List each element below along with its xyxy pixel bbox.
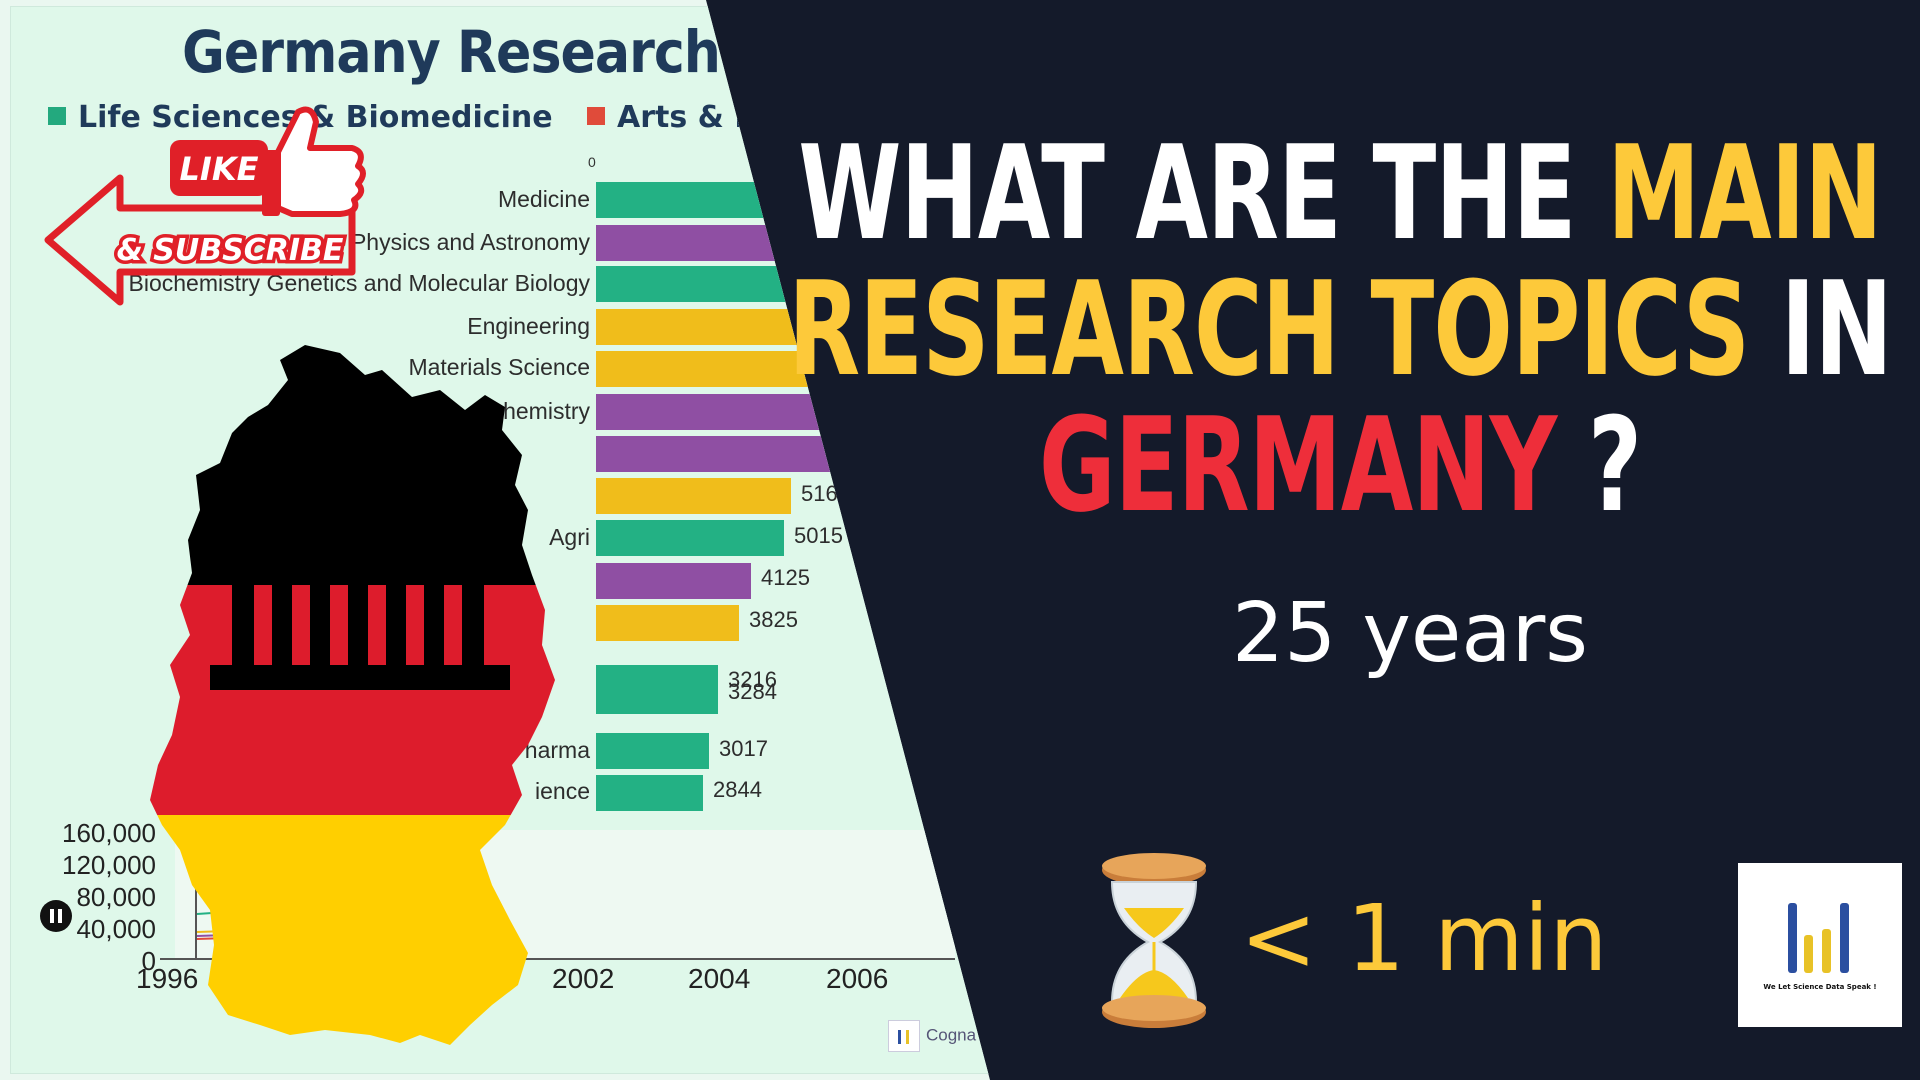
headline-highlight-germany: GERMANY [1038,388,1557,542]
bar-label: Engineering [467,313,590,339]
bar-value: 2844 [713,777,762,802]
thumbs-up-icon [262,106,366,217]
germany-map-icon [150,345,555,1045]
bar-value: 3825 [749,607,798,632]
hourglass-icon [1102,853,1206,1028]
chart-credit-label: Cogna [926,1025,977,1045]
subscribe-label: & SUBSCRIBE [117,233,344,268]
like-label: LIKE [180,150,259,188]
logo-bar [1804,935,1813,973]
headline-line-2: RESEARCH TOPICS IN [760,264,1920,394]
chart-title: Germany Research [182,18,721,86]
timeline-y-tick: 160,000 [62,818,156,848]
headline-line-3: GERMANY ? [760,400,1920,530]
timeline-x-tick: 2006 [826,963,889,994]
years-label: 25 years [1231,586,1589,681]
legend-swatch [587,107,605,125]
timeline-y-tick: 120,000 [62,850,156,880]
headline-text: WHAT ARE THE [798,116,1608,270]
logo-bar [1822,929,1831,973]
cognac-logo-icon [888,1020,920,1052]
headline-text: ? [1556,388,1642,542]
headline-text: IN [1749,252,1893,406]
headline-line-1: WHAT ARE THE MAIN [760,128,1920,258]
legend-item-arts[interactable]: Arts & H [587,100,759,135]
channel-logo: We Let Science Data Speak ! [1738,863,1902,1027]
x-axis-zero-tick: 0 [588,154,596,170]
logo-bar [1840,903,1849,973]
bar-value: 3017 [719,736,768,761]
logo-tagline: We Let Science Data Speak ! [1763,983,1877,991]
duration-label: < 1 min [1240,885,1608,992]
logo-bar [1788,903,1797,973]
pause-icon-bar [58,909,62,923]
bar-value: 3284 [728,679,777,704]
bar-value: 4125 [761,565,810,590]
chart-credit: Cogna [888,1020,976,1052]
like-subscribe-badge: LIKE & SUBSCRIBE [44,106,366,306]
headline-highlight-main: MAIN [1607,116,1883,270]
pause-icon [50,909,54,923]
timeline-x-tick: 2004 [688,963,751,994]
headline-highlight-topics: RESEARCH TOPICS [788,252,1750,406]
legend-label: Arts & H [617,100,760,135]
bar-label: Medicine [497,186,590,212]
pause-button[interactable] [40,900,72,932]
